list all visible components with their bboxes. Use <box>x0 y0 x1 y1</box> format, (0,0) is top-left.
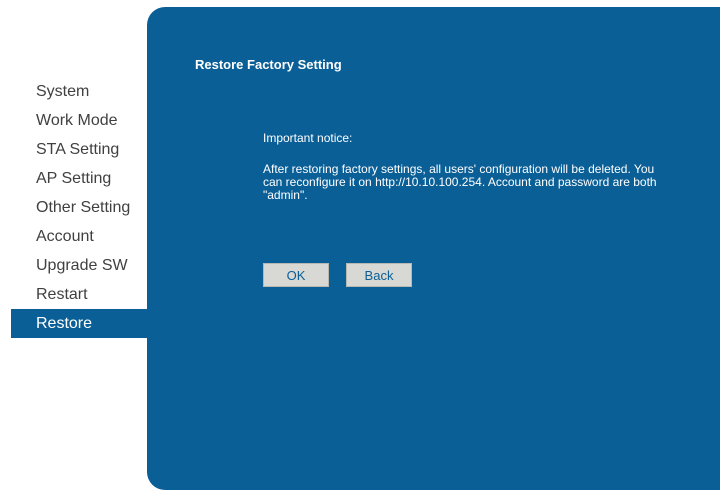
sidebar-nav: System Work Mode STA Setting AP Setting … <box>11 77 148 338</box>
notice-body: After restoring factory settings, all us… <box>263 162 657 202</box>
ok-button[interactable]: OK <box>263 263 329 287</box>
sidebar-item-account[interactable]: Account <box>11 222 148 251</box>
back-button[interactable]: Back <box>346 263 412 287</box>
notice-heading: Important notice: <box>263 131 353 145</box>
sidebar-item-work-mode[interactable]: Work Mode <box>11 106 148 135</box>
page-title: Restore Factory Setting <box>195 57 342 72</box>
sidebar-item-ap-setting[interactable]: AP Setting <box>11 164 148 193</box>
sidebar-item-system[interactable]: System <box>11 77 148 106</box>
sidebar-item-sta-setting[interactable]: STA Setting <box>11 135 148 164</box>
sidebar-item-restart[interactable]: Restart <box>11 280 148 309</box>
sidebar-item-restore[interactable]: Restore <box>11 309 148 338</box>
content-panel: Restore Factory Setting Important notice… <box>147 7 720 490</box>
sidebar-item-other-setting[interactable]: Other Setting <box>11 193 148 222</box>
sidebar-item-upgrade-sw[interactable]: Upgrade SW <box>11 251 148 280</box>
sidebar: System Work Mode STA Setting AP Setting … <box>0 0 148 492</box>
app-window: System Work Mode STA Setting AP Setting … <box>0 0 720 492</box>
